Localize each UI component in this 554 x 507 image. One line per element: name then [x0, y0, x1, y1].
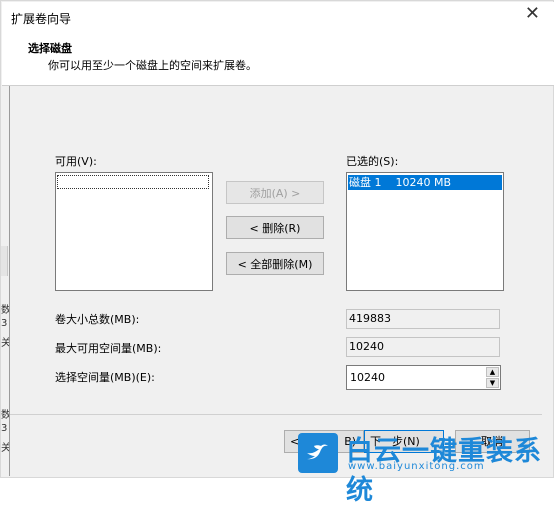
background-fragment: 关	[1, 338, 9, 349]
background-fragment: 关	[1, 443, 9, 454]
footer-divider	[10, 414, 542, 415]
wizard-header: 选择磁盘 你可以用至少一个磁盘上的空间来扩展卷。	[2, 32, 554, 86]
window-title: 扩展卷向导	[11, 12, 72, 26]
background-fragment: 3	[1, 318, 8, 329]
close-icon[interactable]: ✕	[525, 4, 540, 24]
total-size-label: 卷大小总数(MB):	[55, 313, 140, 326]
disk-size: 10240 MB	[395, 176, 452, 189]
spin-up-icon[interactable]: ▲	[486, 367, 499, 377]
spin-down-icon[interactable]: ▼	[486, 378, 499, 388]
select-amount-label: 选择空间量(MB)(E):	[55, 371, 155, 384]
list-focus-row[interactable]	[57, 175, 209, 189]
remove-button[interactable]: < 删除(R)	[226, 216, 324, 239]
background-fragment: 数	[1, 305, 9, 316]
list-item-disk-1[interactable]: 磁盘 1 10240 MB	[348, 175, 502, 190]
select-amount-value[interactable]: 10240	[350, 371, 385, 384]
background-fragment: 数	[1, 410, 9, 421]
max-available-label: 最大可用空间量(MB):	[55, 342, 162, 355]
watermark-url: www.baiyunxitong.com	[348, 461, 485, 472]
background-window-edge	[1, 246, 8, 276]
page-title: 选择磁盘	[28, 42, 72, 55]
disk-name: 磁盘 1	[349, 176, 382, 189]
page-subtitle: 你可以用至少一个磁盘上的空间来扩展卷。	[48, 59, 257, 72]
total-size-value: 419883	[346, 309, 500, 329]
available-disks-list[interactable]	[55, 172, 213, 291]
remove-all-button[interactable]: < 全部删除(M)	[226, 252, 324, 275]
title-bar: 扩展卷向导 ✕	[2, 2, 554, 32]
wizard-content: 可用(V): 添加(A) > < 删除(R) < 全部删除(M) 已选的(S):…	[9, 86, 542, 476]
background-fragment: 3	[1, 423, 8, 434]
max-available-value: 10240	[346, 337, 500, 357]
selected-disks-list[interactable]: 磁盘 1 10240 MB	[346, 172, 504, 291]
select-amount-stepper[interactable]: 10240 ▲ ▼	[346, 365, 501, 390]
add-button[interactable]: 添加(A) >	[226, 181, 324, 204]
twitter-bird-logo-icon	[298, 433, 338, 473]
selected-label: 已选的(S):	[346, 155, 399, 168]
wizard-window: 扩展卷向导 ✕ 选择磁盘 你可以用至少一个磁盘上的空间来扩展卷。 数 3 关 数…	[0, 0, 554, 478]
available-label: 可用(V):	[55, 155, 97, 168]
